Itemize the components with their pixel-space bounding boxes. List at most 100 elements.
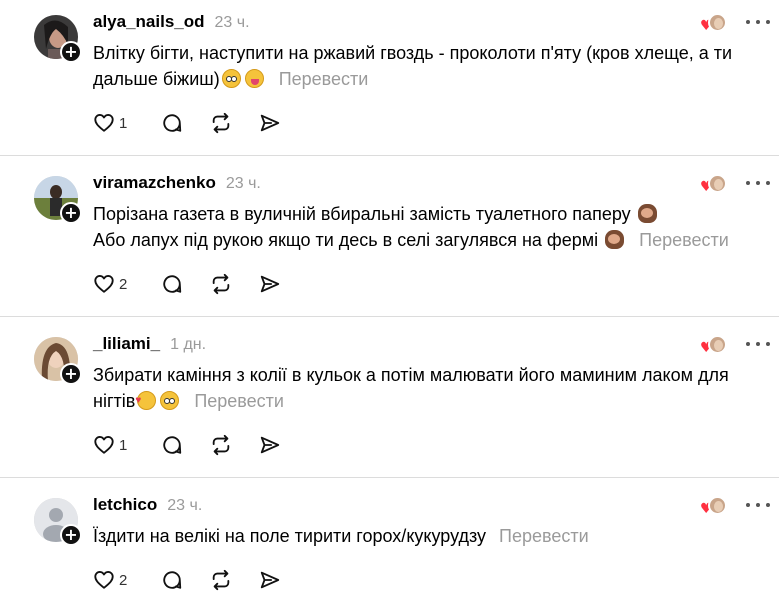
text-line: Або лапух під рукою якщо ти десь в селі … [93, 230, 599, 250]
repost-icon [213, 273, 230, 295]
author-mini-avatar [708, 13, 727, 32]
divider [0, 477, 779, 478]
repost-button[interactable] [209, 273, 233, 295]
like-button[interactable]: 1 [93, 434, 127, 456]
author-liked-indicator: ♥ [700, 335, 728, 357]
reply-text: Порізана газета в вуличній вбиральні зам… [93, 201, 763, 253]
more-options-button[interactable] [746, 337, 770, 351]
reply-text: Збирати каміння з колії в кульок а потім… [93, 362, 763, 414]
author-mini-avatar [708, 335, 727, 354]
follow-plus-icon[interactable]: + [60, 41, 82, 63]
repost-button[interactable] [209, 434, 233, 456]
reply-text: Влітку бігти, наступити на ржавий гвоздь… [93, 40, 763, 92]
author-liked-indicator: ♥ [700, 496, 728, 518]
author-mini-avatar [708, 496, 727, 515]
follow-plus-icon[interactable]: + [60, 363, 82, 385]
text-line: Збирати каміння з колії в кульок а потім… [93, 365, 729, 385]
reply-button[interactable] [161, 569, 183, 591]
follow-plus-icon[interactable]: + [60, 202, 82, 224]
dot-icon [756, 342, 760, 346]
repost-icon [213, 434, 230, 456]
share-button[interactable] [259, 434, 281, 456]
avatar[interactable]: + [34, 498, 82, 546]
heart-icon [94, 436, 114, 454]
author-mini-avatar [708, 174, 727, 193]
dot-icon [746, 342, 750, 346]
reply-button[interactable] [161, 273, 183, 295]
comment-icon [163, 571, 182, 589]
silly-emoji [244, 69, 264, 88]
text-line: Їздити на велікі на поле тирити горох/ку… [93, 526, 487, 546]
send-icon [261, 571, 280, 589]
text-line: дальше біжиш) [93, 69, 220, 89]
author-liked-indicator: ♥ [700, 13, 728, 35]
like-count: 1 [119, 436, 128, 454]
flushed-emoji [221, 69, 241, 88]
avatar[interactable]: + [34, 176, 82, 224]
author-liked-indicator: ♥ [700, 174, 728, 196]
timestamp: 1 дн. [170, 336, 207, 353]
text-line: Влітку бігти, наступити на ржавий гвоздь… [93, 43, 733, 63]
comment-icon [163, 114, 182, 132]
send-icon [261, 114, 280, 132]
timestamp: 23 ч. [214, 14, 250, 31]
repost-icon [213, 569, 230, 591]
divider [0, 316, 779, 317]
replies-feed: + alya_nails_od 23 ч. ♥ Влітку бігти, на… [0, 0, 779, 606]
send-icon [261, 275, 280, 293]
share-button[interactable] [259, 569, 281, 591]
username[interactable]: alya_nails_od [93, 12, 205, 32]
translate-link[interactable]: Перевести [194, 391, 284, 411]
like-count: 2 [119, 571, 128, 589]
comment-icon [163, 436, 182, 454]
dot-icon [766, 20, 770, 24]
dot-icon [766, 503, 770, 507]
heart-icon [94, 114, 114, 132]
see-no-evil-monkey-emoji [637, 204, 657, 223]
translate-link[interactable]: Перевести [279, 69, 369, 89]
timestamp: 23 ч. [167, 497, 203, 514]
dot-icon [746, 503, 750, 507]
username[interactable]: viramazchenko [93, 173, 216, 193]
text-line: Порізана газета в вуличній вбиральні зам… [93, 204, 631, 224]
more-options-button[interactable] [746, 498, 770, 512]
reply-text: Їздити на велікі на поле тирити горох/ку… [93, 523, 763, 549]
smiling-hearts-emoji [135, 388, 157, 414]
like-button[interactable]: 2 [93, 569, 127, 591]
dot-icon [756, 503, 760, 507]
like-count: 1 [119, 114, 128, 132]
more-options-button[interactable] [746, 15, 770, 29]
divider [0, 155, 779, 156]
avatar[interactable]: + [34, 15, 82, 63]
avatar[interactable]: + [34, 337, 82, 385]
dot-icon [746, 20, 750, 24]
text-line: нігтів [93, 391, 136, 411]
heart-icon [94, 275, 114, 293]
dot-icon [756, 181, 760, 185]
translate-link[interactable]: Перевести [639, 230, 729, 250]
like-count: 2 [119, 275, 128, 293]
comment-icon [163, 275, 182, 293]
like-button[interactable]: 2 [93, 273, 127, 295]
dot-icon [746, 181, 750, 185]
dot-icon [766, 342, 770, 346]
send-icon [261, 436, 280, 454]
follow-plus-icon[interactable]: + [60, 524, 82, 546]
repost-button[interactable] [209, 569, 233, 591]
timestamp: 23 ч. [225, 175, 261, 192]
share-button[interactable] [259, 112, 281, 134]
translate-link[interactable]: Перевести [499, 526, 589, 546]
dot-icon [766, 181, 770, 185]
share-button[interactable] [259, 273, 281, 295]
repost-icon [213, 112, 230, 134]
heart-icon [94, 571, 114, 589]
username[interactable]: _liliami_ [93, 334, 160, 354]
repost-button[interactable] [209, 112, 233, 134]
like-button[interactable]: 1 [93, 112, 127, 134]
reply-button[interactable] [161, 434, 183, 456]
username[interactable]: letchico [93, 495, 157, 515]
flushed-emoji [160, 391, 180, 410]
more-options-button[interactable] [746, 176, 770, 190]
reply-button[interactable] [161, 112, 183, 134]
see-no-evil-monkey-emoji [605, 230, 625, 249]
